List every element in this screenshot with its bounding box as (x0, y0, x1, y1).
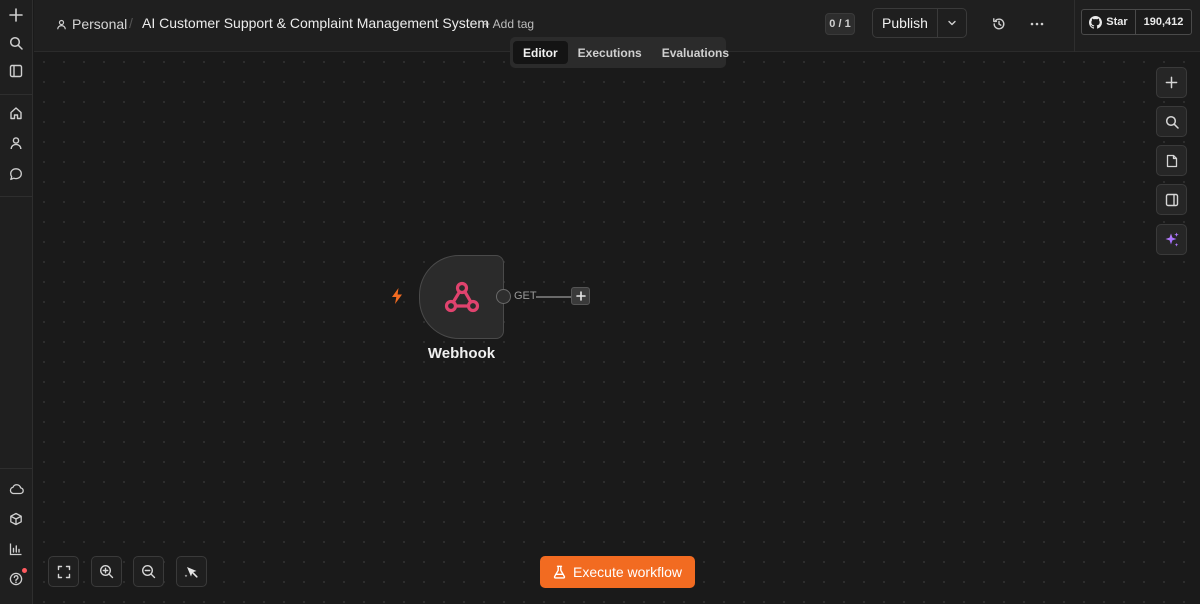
workflow-title[interactable]: AI Customer Support & Complaint Manageme… (142, 15, 489, 31)
add-next-node-button[interactable] (571, 287, 590, 305)
github-star-count: 190,412 (1143, 16, 1184, 28)
plus-icon (1165, 76, 1178, 89)
tab-executions[interactable]: Executions (568, 41, 652, 64)
chat-icon[interactable] (4, 162, 28, 186)
workflow-canvas[interactable] (34, 52, 1200, 604)
fit-view-button[interactable] (48, 556, 79, 587)
plus-icon (575, 291, 586, 301)
magic-cursor-icon (184, 564, 200, 580)
add-tag-button[interactable]: + Add tag (483, 17, 534, 31)
toggle-side-panel-button[interactable] (1156, 184, 1187, 215)
github-star-label: Star (1106, 16, 1128, 28)
breadcrumb-project-label: Personal (72, 16, 128, 32)
output-label: GET (514, 290, 537, 302)
top-bar-divider (1074, 0, 1075, 52)
breadcrumb-project[interactable]: Personal (56, 15, 127, 33)
zoom-out-icon (141, 564, 156, 579)
bar-chart-icon[interactable] (4, 537, 28, 561)
github-icon (1089, 15, 1103, 29)
sidebar-divider (0, 196, 33, 197)
trigger-bolt-icon (389, 287, 405, 305)
publish-button[interactable]: Publish (873, 9, 938, 37)
tidy-up-button[interactable] (176, 556, 207, 587)
user-icon (56, 19, 67, 30)
webhook-node[interactable] (419, 255, 504, 339)
sidebar-divider (0, 94, 33, 95)
panel-icon[interactable] (4, 59, 28, 83)
tab-evaluations[interactable]: Evaluations (652, 41, 739, 64)
cloud-icon[interactable] (4, 477, 28, 501)
execute-workflow-button[interactable]: Execute workflow (540, 556, 695, 588)
node-output-handle[interactable] (496, 289, 511, 304)
tab-editor[interactable]: Editor (513, 41, 568, 64)
search-icon (1165, 115, 1179, 129)
add-node-button[interactable] (1156, 67, 1187, 98)
chevron-down-icon[interactable] (938, 9, 966, 37)
home-icon[interactable] (4, 101, 28, 125)
sticky-note-button[interactable] (1156, 145, 1187, 176)
search-nodes-button[interactable] (1156, 106, 1187, 137)
version-counter[interactable]: 0 / 1 (825, 13, 855, 35)
flask-icon (553, 565, 566, 579)
left-sidebar (0, 0, 33, 604)
help-icon[interactable] (4, 567, 28, 591)
view-tabs: Editor Executions Evaluations (510, 37, 729, 68)
github-star: Star (1082, 10, 1136, 34)
fit-view-icon (57, 565, 71, 579)
publish-button-group: Publish (872, 8, 967, 38)
zoom-in-button[interactable] (91, 556, 122, 587)
plus-icon[interactable] (4, 3, 28, 27)
search-icon[interactable] (4, 31, 28, 55)
zoom-in-icon (99, 564, 114, 579)
note-icon (1165, 154, 1179, 168)
webhook-icon (443, 279, 481, 315)
ai-assistant-button[interactable] (1156, 224, 1187, 255)
box-icon[interactable] (4, 507, 28, 531)
history-icon[interactable] (989, 14, 1009, 34)
github-star-button[interactable]: Star 190,412 (1081, 9, 1192, 35)
node-title: Webhook (427, 345, 496, 362)
connection-line (536, 296, 572, 298)
breadcrumb-separator: / (129, 15, 133, 31)
sidebar-divider (0, 468, 33, 469)
execute-workflow-label: Execute workflow (573, 564, 682, 580)
zoom-out-button[interactable] (133, 556, 164, 587)
more-options-icon[interactable] (1027, 14, 1047, 34)
user-icon[interactable] (4, 131, 28, 155)
notification-dot (22, 568, 27, 573)
panel-right-icon (1165, 193, 1179, 207)
sparkle-icon (1163, 231, 1181, 249)
